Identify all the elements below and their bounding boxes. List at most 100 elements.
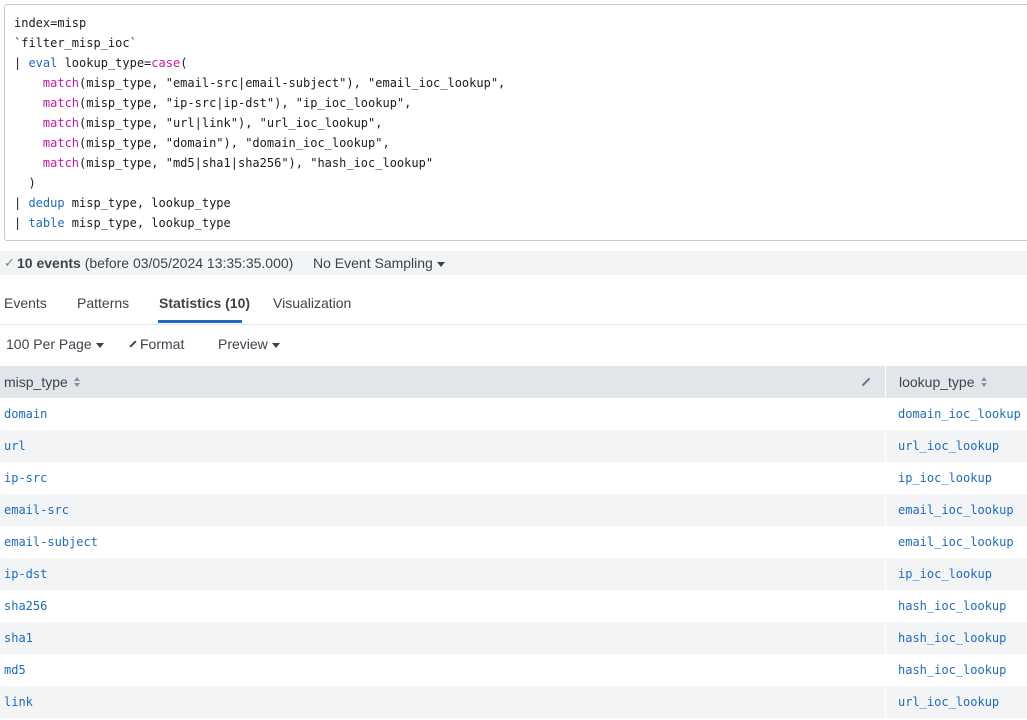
table-row: ip-src ip_ioc_lookup: [0, 462, 1027, 494]
cell-misp-type[interactable]: url: [4, 430, 26, 462]
query-function: match: [42, 156, 80, 170]
cell-misp-type[interactable]: md5: [4, 654, 26, 686]
cell-lookup-type[interactable]: email_ioc_lookup: [898, 526, 1014, 558]
cell-lookup-type[interactable]: hash_ioc_lookup: [898, 654, 1006, 686]
edit-column-icon[interactable]: [860, 376, 872, 388]
preview-label: Preview: [218, 336, 268, 352]
table-row: domain domain_ioc_lookup: [0, 398, 1027, 430]
format-label: Format: [140, 336, 185, 352]
query-line: match(misp_type, "url|link"), "url_ioc_l…: [14, 113, 505, 133]
query-line: match(misp_type, "md5|sha1|sha256"), "ha…: [14, 153, 505, 173]
query-line: | table misp_type, lookup_type: [14, 213, 505, 233]
cell-misp-type[interactable]: ip-dst: [4, 558, 47, 590]
cell-misp-type[interactable]: link: [4, 686, 33, 718]
per-page-label: 100 Per Page: [6, 336, 92, 352]
table-row: email-subject email_ioc_lookup: [0, 526, 1027, 558]
column-divider: [885, 430, 886, 462]
cell-misp-type[interactable]: email-src: [4, 494, 69, 526]
preview-dropdown[interactable]: Preview: [218, 336, 280, 352]
events-count: 10 events: [17, 255, 81, 271]
query-command: table: [28, 216, 65, 230]
query-line: | eval lookup_type=case(: [14, 53, 505, 73]
cell-misp-type[interactable]: sha256: [4, 590, 47, 622]
query-text: |: [14, 56, 29, 70]
tab-patterns[interactable]: Patterns: [77, 295, 129, 311]
table-row: email-src email_ioc_lookup: [0, 494, 1027, 526]
column-header-misp-type[interactable]: misp_type: [0, 366, 885, 398]
search-query[interactable]: index=misp `filter_misp_ioc` | eval lookup…: [14, 13, 505, 233]
query-text: |: [14, 216, 29, 230]
chevron-down-icon: [436, 261, 445, 267]
cell-misp-type[interactable]: sha1: [4, 622, 33, 654]
event-sampling-label: No Event Sampling: [313, 255, 433, 271]
query-text: (misp_type, "email-src|email-subject"), …: [79, 76, 506, 90]
cell-lookup-type[interactable]: url_ioc_lookup: [898, 430, 999, 462]
query-function: match: [42, 76, 80, 90]
query-text: [14, 156, 43, 170]
column-divider: [885, 462, 886, 494]
per-page-dropdown[interactable]: 100 Per Page: [6, 336, 104, 352]
events-detail: (before 03/05/2024 13:35:35.000): [80, 255, 294, 271]
tab-visualization[interactable]: Visualization: [273, 295, 351, 311]
cell-lookup-type[interactable]: ip_ioc_lookup: [898, 462, 992, 494]
query-function: case: [151, 56, 181, 70]
events-summary: 10 events (before 03/05/2024 13:35:35.00…: [17, 251, 293, 275]
column-divider: [885, 622, 886, 654]
table-header: misp_type lookup_type: [0, 366, 1027, 398]
column-divider: [885, 590, 886, 622]
sort-icon[interactable]: [980, 377, 988, 388]
chevron-down-icon: [271, 342, 280, 348]
chevron-down-icon: [95, 342, 104, 348]
column-divider: [885, 558, 886, 590]
column-divider: [885, 526, 886, 558]
event-sampling-dropdown[interactable]: No Event Sampling: [313, 251, 445, 275]
table-row: md5 hash_ioc_lookup: [0, 654, 1027, 686]
query-line: index=misp: [14, 13, 505, 33]
cell-lookup-type[interactable]: ip_ioc_lookup: [898, 558, 992, 590]
table-toolbar: 100 Per Page Format Preview: [0, 334, 1027, 356]
query-text: (misp_type, "url|link"), "url_ioc_lookup…: [79, 116, 383, 130]
tab-events[interactable]: Events: [4, 295, 47, 311]
column-divider: [885, 654, 886, 686]
cell-lookup-type[interactable]: domain_ioc_lookup: [898, 398, 1021, 430]
format-button[interactable]: Format: [129, 336, 184, 352]
cell-misp-type[interactable]: domain: [4, 398, 47, 430]
cell-misp-type[interactable]: email-subject: [4, 526, 98, 558]
query-text: (misp_type, "ip-src|ip-dst"), "ip_ioc_lo…: [79, 96, 412, 110]
query-function: match: [42, 96, 80, 110]
query-line: | dedup misp_type, lookup_type: [14, 193, 505, 213]
query-command: eval: [28, 56, 58, 70]
column-header-lookup-type[interactable]: lookup_type: [885, 366, 1027, 398]
query-text: lookup_type=: [57, 56, 152, 70]
query-text: [14, 96, 43, 110]
query-text: misp_type, lookup_type: [64, 196, 231, 210]
query-line: match(misp_type, "domain"), "domain_ioc_…: [14, 133, 505, 153]
cell-misp-type[interactable]: ip-src: [4, 462, 47, 494]
query-text: [14, 76, 43, 90]
query-function: match: [42, 136, 80, 150]
column-divider: [885, 686, 886, 718]
query-text: (: [180, 56, 188, 70]
cell-lookup-type[interactable]: hash_ioc_lookup: [898, 590, 1006, 622]
cell-lookup-type[interactable]: url_ioc_lookup: [898, 686, 999, 718]
query-text: (misp_type, "domain"), "domain_ioc_looku…: [79, 136, 390, 150]
sort-icon[interactable]: [73, 377, 81, 388]
cell-lookup-type[interactable]: hash_ioc_lookup: [898, 622, 1006, 654]
column-header-label: lookup_type: [899, 374, 975, 390]
query-command: dedup: [28, 196, 65, 210]
tab-statistics[interactable]: Statistics (10): [159, 295, 250, 311]
query-text: [14, 136, 43, 150]
check-icon: ✓: [4, 255, 15, 270]
query-text: ): [14, 176, 36, 190]
query-function: match: [42, 116, 80, 130]
column-divider: [885, 494, 886, 526]
column-divider: [885, 398, 886, 430]
search-editor[interactable]: index=misp `filter_misp_ioc` | eval lookup…: [4, 4, 1027, 241]
query-text: index=misp: [14, 16, 87, 30]
query-text: misp_type, lookup_type: [64, 216, 231, 230]
table-row: sha1 hash_ioc_lookup: [0, 622, 1027, 654]
results-tabs: Events Patterns Statistics (10) Visualiz…: [0, 284, 1027, 325]
query-text: [14, 116, 43, 130]
query-text: |: [14, 196, 29, 210]
cell-lookup-type[interactable]: email_ioc_lookup: [898, 494, 1014, 526]
